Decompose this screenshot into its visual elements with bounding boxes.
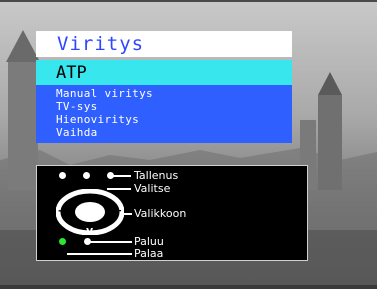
remote-key-legend: Tallenus Valitse ^ v – + Valikkoon Paluu… [36, 165, 308, 261]
tuning-menu: Viritys ATP Manual viritys TV-sys Hienov… [36, 31, 292, 143]
menu-item-list: Manual viritys TV-sys Hienoviritys Vaihd… [36, 85, 292, 143]
menu-item-tv-system[interactable]: TV-sys [36, 100, 292, 113]
legend-palaa: Palaa [134, 247, 164, 260]
legend-connector [90, 241, 132, 243]
legend-valitse: Valitse [134, 182, 171, 195]
legend-connector [67, 253, 132, 255]
legend-valikkoon: Valikkoon [134, 207, 187, 220]
navigation-pad-icon: ^ v – + [56, 187, 124, 237]
menu-title: Viritys [36, 31, 292, 57]
pad-left-icon: – [58, 204, 64, 217]
pad-down-icon: v [86, 224, 94, 237]
screen-top-edge [0, 0, 377, 2]
legend-connector [124, 213, 132, 215]
legend-connector [113, 175, 131, 177]
green-button-icon [59, 238, 66, 245]
menu-item-fine-tuning[interactable]: Hienoviritys [36, 113, 292, 126]
remote-dot-2-icon [83, 172, 90, 179]
screen-bottom-edge [0, 285, 377, 289]
legend-tallenus: Tallenus [134, 169, 179, 182]
menu-item-atp[interactable]: ATP [36, 60, 292, 85]
pad-up-icon: ^ [86, 187, 96, 200]
remote-dot-1-icon [59, 172, 66, 179]
pad-right-icon: + [113, 204, 123, 217]
menu-item-manual-tuning[interactable]: Manual viritys [36, 87, 292, 100]
menu-item-swap[interactable]: Vaihda [36, 126, 292, 139]
